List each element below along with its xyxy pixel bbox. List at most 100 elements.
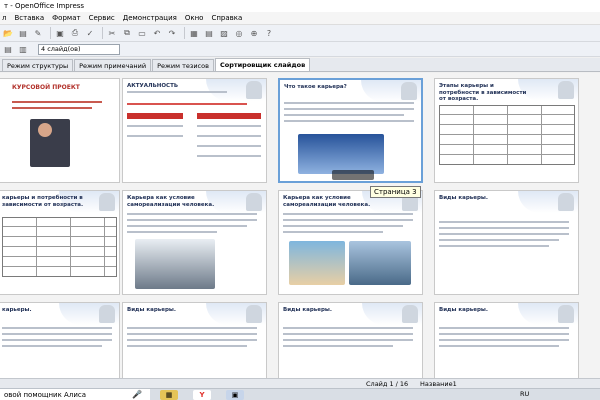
slide-body-line	[12, 107, 92, 109]
menu-item-view[interactable]: л	[2, 14, 6, 22]
slide-title: карьеры и потребности в зависимости от в…	[2, 195, 84, 208]
slide-body-line	[197, 145, 261, 147]
slide-title: Карьера как условие самореализации челов…	[127, 195, 215, 208]
slide-body-line	[284, 102, 414, 104]
microphone-icon[interactable]: 🎤	[132, 390, 142, 399]
slide-title: Виды карьеры.	[439, 307, 488, 313]
slide-thumbnail-4[interactable]: 4 Этапы карьеры и потребности в зависимо…	[434, 78, 579, 183]
save-icon[interactable]: ▤	[17, 27, 29, 39]
tab-notes[interactable]: Режим примечаний	[74, 59, 152, 71]
slide-thumbnail-9[interactable]: карьеры.	[0, 302, 120, 378]
slide-body-line	[439, 339, 569, 341]
slide-thumbnail-1[interactable]: КУРСОВОЙ ПРОЕКТ	[0, 78, 120, 183]
slide-title: карьеры.	[2, 307, 32, 313]
slide-title: Виды карьеры.	[439, 195, 488, 201]
export-pdf-icon[interactable]: ▣	[54, 27, 66, 39]
slide-body-line	[283, 213, 413, 215]
slide-body-line	[284, 108, 414, 110]
slide-action-bar	[332, 170, 374, 180]
cut-icon[interactable]: ✂	[106, 27, 118, 39]
menu-item-insert[interactable]: Вставка	[14, 14, 44, 22]
slide-body-line	[2, 327, 112, 329]
slide-body-line	[127, 113, 183, 119]
slide-body-line	[127, 135, 183, 137]
view-tabs: Режим структуры Режим примечаний Режим т…	[0, 58, 600, 72]
slide-thumbnail-2[interactable]: 2 АКТУАЛЬНОСТЬ	[122, 78, 267, 183]
copy-icon[interactable]: ⧉	[121, 27, 133, 39]
slide-sorter-toolbar: ▤ ▥ 4 слайд(ов)	[0, 42, 600, 57]
slide-thumbnail-11[interactable]: 11 Виды карьеры.	[278, 302, 423, 378]
menu-item-format[interactable]: Формат	[52, 14, 80, 22]
slide-thumbnail-10[interactable]: 10 Виды карьеры.	[122, 302, 267, 378]
slides-per-row-icon[interactable]: ▤	[2, 43, 14, 55]
gallery-icon[interactable]: ▨	[218, 27, 230, 39]
page-tooltip: Страница 3	[370, 186, 421, 198]
slide-thumbnail-6[interactable]: 6 Карьера как условие самореализации чел…	[122, 190, 267, 295]
spellcheck-icon[interactable]: ✓	[84, 27, 96, 39]
slide-thumbnail-12[interactable]: 12 Виды карьеры.	[434, 302, 579, 378]
slide-body-line	[127, 327, 257, 329]
slide-title: Виды карьеры.	[127, 307, 176, 313]
tab-outline[interactable]: Режим структуры	[2, 59, 74, 71]
tab-slide-sorter[interactable]: Сортировщик слайдов	[214, 58, 311, 71]
slide-body-line	[127, 231, 217, 233]
toolbar-separator	[102, 27, 103, 39]
menu-item-window[interactable]: Окно	[185, 14, 204, 22]
redo-icon[interactable]: ↷	[166, 27, 178, 39]
menu-item-help[interactable]: Справка	[211, 14, 242, 22]
slide-body-line	[439, 345, 559, 347]
taskbar-search[interactable]: овой помощник Алиса	[0, 389, 150, 400]
navigator-icon[interactable]: ◎	[233, 27, 245, 39]
menu-bar: л Вставка Формат Сервис Демонстрация Окн…	[0, 12, 600, 25]
print-icon[interactable]: ⎙	[69, 27, 81, 39]
slide-title: АКТУАЛЬНОСТЬ	[127, 83, 179, 89]
table-icon[interactable]: ▤	[203, 27, 215, 39]
slide-body-line	[2, 333, 112, 335]
slide-person-icon	[246, 81, 262, 99]
slide-sorter-area: КУРСОВОЙ ПРОЕКТ 2 АКТУАЛЬНОСТЬ 3 Что так…	[0, 73, 600, 378]
slide-person-icon	[99, 305, 115, 323]
slide-body-line	[283, 327, 413, 329]
slide-body-line	[127, 125, 183, 127]
language-indicator[interactable]: RU	[520, 390, 529, 398]
slide-title: Что такое карьера?	[284, 84, 347, 90]
slide-person-icon	[558, 193, 574, 211]
zoom-icon[interactable]: ⊕	[248, 27, 260, 39]
slide-body-line	[127, 103, 247, 105]
edit-icon[interactable]: ✎	[32, 27, 44, 39]
slide-body-line	[283, 339, 413, 341]
slide-table	[2, 217, 117, 277]
office-people-image	[135, 239, 215, 289]
slide-body-line	[197, 135, 261, 137]
status-layout-name: Название1	[420, 380, 457, 388]
undo-icon[interactable]: ↶	[151, 27, 163, 39]
slide-body-line	[127, 225, 247, 227]
paste-icon[interactable]: ▭	[136, 27, 148, 39]
status-bar: Слайд 1 / 16 Название1	[0, 378, 600, 388]
slides-per-row-field[interactable]: 4 слайд(ов)	[38, 43, 120, 55]
open-icon[interactable]: 📂	[2, 27, 14, 39]
slide-thumbnail-7[interactable]: 7 Карьера как условие самореализации чел…	[278, 190, 423, 295]
tab-handout[interactable]: Режим тезисов	[152, 59, 214, 71]
slide-thumbnail-8[interactable]: 8 Виды карьеры.	[434, 190, 579, 295]
slide-body-line	[197, 155, 261, 157]
window-title: т - OpenOffice Impress	[0, 0, 600, 12]
slide-thumbnail-5[interactable]: карьеры и потребности в зависимости от в…	[0, 190, 120, 295]
impress-app-icon[interactable]: ▣	[226, 390, 244, 400]
slide-body-line	[127, 345, 247, 347]
slide-body-line	[283, 333, 413, 335]
slide-thumbnail-3[interactable]: 3 Что такое карьера?	[278, 78, 423, 183]
transition-icon[interactable]: ▥	[17, 43, 29, 55]
slide-table	[439, 105, 575, 165]
help-icon[interactable]: ?	[263, 27, 275, 39]
yandex-browser-icon[interactable]: Y	[193, 390, 211, 400]
menu-item-slideshow[interactable]: Демонстрация	[123, 14, 177, 22]
slide-person-icon	[402, 305, 418, 323]
city-image	[349, 241, 411, 285]
file-explorer-icon[interactable]: ▦	[160, 390, 178, 400]
menu-item-tools[interactable]: Сервис	[89, 14, 115, 22]
slide-body-line	[283, 231, 383, 233]
chart-icon[interactable]: ▦	[188, 27, 200, 39]
career-stairs-image	[298, 134, 384, 174]
slide-body-line	[439, 221, 569, 223]
